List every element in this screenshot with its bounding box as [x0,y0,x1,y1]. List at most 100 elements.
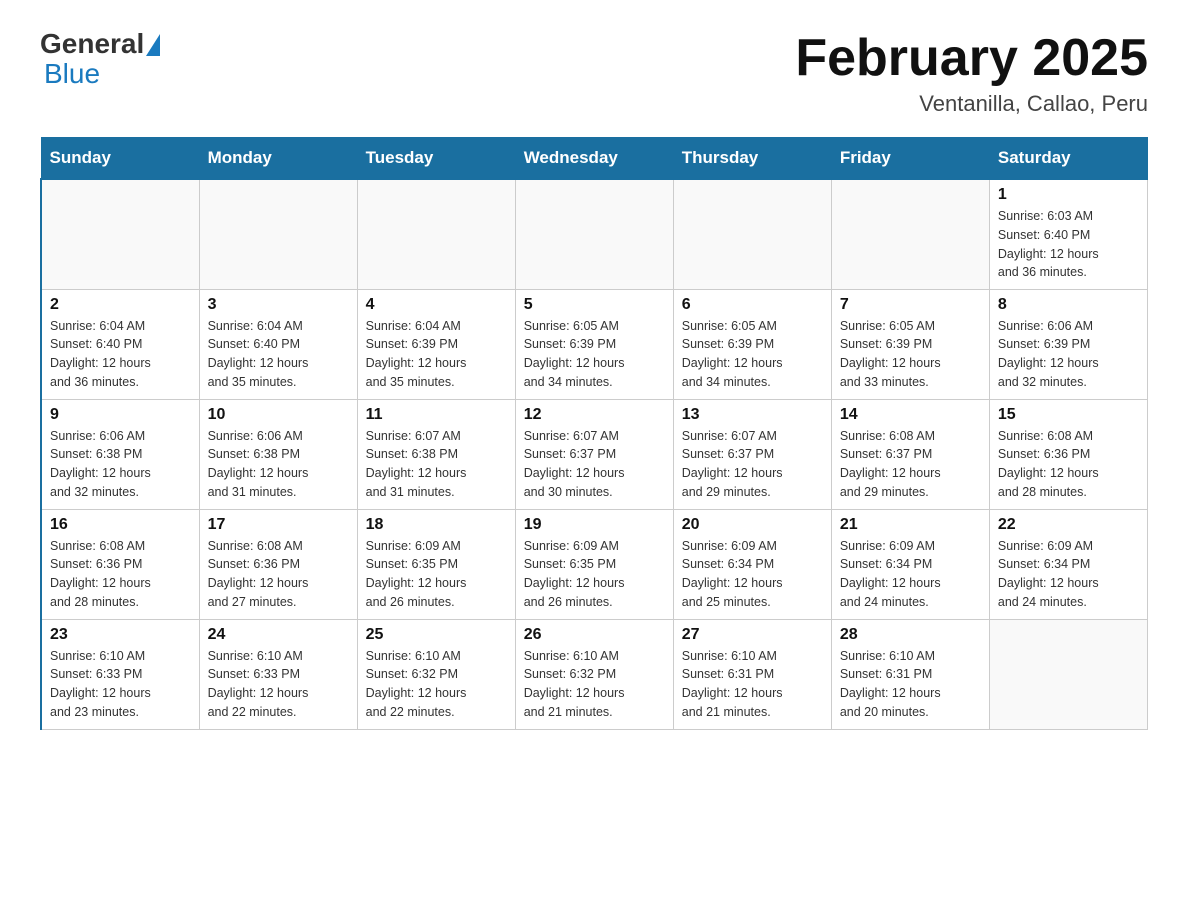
day-number: 8 [998,296,1139,314]
day-info: Sunrise: 6:06 AM Sunset: 6:38 PM Dayligh… [50,427,191,502]
day-number: 26 [524,626,665,644]
day-number: 15 [998,406,1139,424]
calendar-day-cell: 16 Sunrise: 6:08 AM Sunset: 6:36 PM Dayli… [41,509,199,619]
calendar-day-cell: 8 Sunrise: 6:06 AM Sunset: 6:39 PM Daylig… [989,289,1147,399]
calendar-day-cell: 1 Sunrise: 6:03 AM Sunset: 6:40 PM Daylig… [989,179,1147,289]
calendar-day-cell: 2Sunrise: 6:04 AM Sunset: 6:40 PM Daylig… [41,289,199,399]
day-info: Sunrise: 6:10 AM Sunset: 6:31 PM Dayligh… [682,647,823,722]
calendar-day-cell: 3 Sunrise: 6:04 AM Sunset: 6:40 PM Daylig… [199,289,357,399]
calendar-day-cell: 19Sunrise: 6:09 AM Sunset: 6:35 PM Dayli… [515,509,673,619]
day-of-week-header: Wednesday [515,138,673,180]
day-info: Sunrise: 6:06 AM Sunset: 6:38 PM Dayligh… [208,427,349,502]
calendar-week-row: 23 Sunrise: 6:10 AM Sunset: 6:33 PM Dayli… [41,619,1148,729]
calendar-day-cell: 27 Sunrise: 6:10 AM Sunset: 6:31 PM Dayli… [673,619,831,729]
day-info: Sunrise: 6:09 AM Sunset: 6:34 PM Dayligh… [840,537,981,612]
calendar-day-cell: 11Sunrise: 6:07 AM Sunset: 6:38 PM Dayli… [357,399,515,509]
day-number: 17 [208,516,349,534]
day-number: 9 [50,406,191,424]
day-info: Sunrise: 6:03 AM Sunset: 6:40 PM Dayligh… [998,207,1139,282]
day-number: 4 [366,296,507,314]
day-info: Sunrise: 6:08 AM Sunset: 6:36 PM Dayligh… [208,537,349,612]
day-number: 12 [524,406,665,424]
day-info: Sunrise: 6:10 AM Sunset: 6:32 PM Dayligh… [366,647,507,722]
day-info: Sunrise: 6:04 AM Sunset: 6:40 PM Dayligh… [50,317,191,392]
calendar-day-cell: 17 Sunrise: 6:08 AM Sunset: 6:36 PM Dayli… [199,509,357,619]
logo-triangle-icon [146,34,160,56]
day-info: Sunrise: 6:05 AM Sunset: 6:39 PM Dayligh… [524,317,665,392]
calendar-day-cell: 10 Sunrise: 6:06 AM Sunset: 6:38 PM Dayli… [199,399,357,509]
calendar-day-cell: 15 Sunrise: 6:08 AM Sunset: 6:36 PM Dayli… [989,399,1147,509]
calendar-day-cell: 7 Sunrise: 6:05 AM Sunset: 6:39 PM Daylig… [831,289,989,399]
day-number: 25 [366,626,507,644]
day-number: 18 [366,516,507,534]
calendar-day-cell: 14 Sunrise: 6:08 AM Sunset: 6:37 PM Dayli… [831,399,989,509]
day-info: Sunrise: 6:05 AM Sunset: 6:39 PM Dayligh… [682,317,823,392]
day-number: 5 [524,296,665,314]
day-number: 1 [998,186,1139,204]
day-of-week-header: Saturday [989,138,1147,180]
day-info: Sunrise: 6:09 AM Sunset: 6:35 PM Dayligh… [366,537,507,612]
day-number: 14 [840,406,981,424]
calendar-day-cell: 4 Sunrise: 6:04 AM Sunset: 6:39 PM Daylig… [357,289,515,399]
calendar-day-cell [989,619,1147,729]
day-number: 28 [840,626,981,644]
day-number: 16 [50,516,191,534]
calendar-day-cell: 12 Sunrise: 6:07 AM Sunset: 6:37 PM Dayli… [515,399,673,509]
day-info: Sunrise: 6:04 AM Sunset: 6:39 PM Dayligh… [366,317,507,392]
page-header: General Blue February 2025 Ventanilla, C… [40,30,1148,117]
calendar-day-cell [199,179,357,289]
day-info: Sunrise: 6:09 AM Sunset: 6:34 PM Dayligh… [998,537,1139,612]
day-info: Sunrise: 6:09 AM Sunset: 6:34 PM Dayligh… [682,537,823,612]
month-title: February 2025 [795,30,1148,87]
calendar-day-cell [357,179,515,289]
calendar-week-row: 16 Sunrise: 6:08 AM Sunset: 6:36 PM Dayli… [41,509,1148,619]
day-number: 24 [208,626,349,644]
calendar-day-cell [515,179,673,289]
day-info: Sunrise: 6:08 AM Sunset: 6:36 PM Dayligh… [50,537,191,612]
day-info: Sunrise: 6:06 AM Sunset: 6:39 PM Dayligh… [998,317,1139,392]
day-number: 22 [998,516,1139,534]
calendar-day-cell: 9 Sunrise: 6:06 AM Sunset: 6:38 PM Daylig… [41,399,199,509]
calendar-day-cell: 18 Sunrise: 6:09 AM Sunset: 6:35 PM Dayli… [357,509,515,619]
calendar-day-cell: 5 Sunrise: 6:05 AM Sunset: 6:39 PM Daylig… [515,289,673,399]
calendar-day-cell: 6Sunrise: 6:05 AM Sunset: 6:39 PM Daylig… [673,289,831,399]
day-info: Sunrise: 6:10 AM Sunset: 6:33 PM Dayligh… [208,647,349,722]
day-info: Sunrise: 6:07 AM Sunset: 6:37 PM Dayligh… [682,427,823,502]
calendar-day-cell [673,179,831,289]
day-info: Sunrise: 6:08 AM Sunset: 6:36 PM Dayligh… [998,427,1139,502]
day-info: Sunrise: 6:05 AM Sunset: 6:39 PM Dayligh… [840,317,981,392]
day-number: 19 [524,516,665,534]
day-info: Sunrise: 6:08 AM Sunset: 6:37 PM Dayligh… [840,427,981,502]
title-area: February 2025 Ventanilla, Callao, Peru [795,30,1148,117]
calendar-day-cell: 22 Sunrise: 6:09 AM Sunset: 6:34 PM Dayli… [989,509,1147,619]
day-of-week-header: Monday [199,138,357,180]
day-number: 13 [682,406,823,424]
day-of-week-header: Tuesday [357,138,515,180]
day-number: 23 [50,626,191,644]
day-number: 3 [208,296,349,314]
day-number: 7 [840,296,981,314]
calendar-day-cell: 20 Sunrise: 6:09 AM Sunset: 6:34 PM Dayli… [673,509,831,619]
logo-general-text: General [40,30,144,58]
calendar-day-cell: 26 Sunrise: 6:10 AM Sunset: 6:32 PM Dayli… [515,619,673,729]
day-info: Sunrise: 6:10 AM Sunset: 6:32 PM Dayligh… [524,647,665,722]
day-number: 11 [366,406,507,424]
day-number: 27 [682,626,823,644]
calendar-week-row: 2Sunrise: 6:04 AM Sunset: 6:40 PM Daylig… [41,289,1148,399]
day-info: Sunrise: 6:10 AM Sunset: 6:31 PM Dayligh… [840,647,981,722]
calendar-day-cell: 24 Sunrise: 6:10 AM Sunset: 6:33 PM Dayli… [199,619,357,729]
calendar-day-cell [41,179,199,289]
calendar-week-row: 1 Sunrise: 6:03 AM Sunset: 6:40 PM Daylig… [41,179,1148,289]
day-info: Sunrise: 6:04 AM Sunset: 6:40 PM Dayligh… [208,317,349,392]
logo: General Blue [40,30,162,90]
day-info: Sunrise: 6:07 AM Sunset: 6:37 PM Dayligh… [524,427,665,502]
calendar-week-row: 9 Sunrise: 6:06 AM Sunset: 6:38 PM Daylig… [41,399,1148,509]
day-number: 20 [682,516,823,534]
calendar-day-cell: 28 Sunrise: 6:10 AM Sunset: 6:31 PM Dayli… [831,619,989,729]
logo-blue-text: Blue [44,58,100,89]
calendar-day-cell: 21Sunrise: 6:09 AM Sunset: 6:34 PM Dayli… [831,509,989,619]
calendar-day-cell: 13 Sunrise: 6:07 AM Sunset: 6:37 PM Dayli… [673,399,831,509]
calendar-day-cell: 25 Sunrise: 6:10 AM Sunset: 6:32 PM Dayli… [357,619,515,729]
day-number: 10 [208,406,349,424]
calendar-header-row: SundayMondayTuesdayWednesdayThursdayFrid… [41,138,1148,180]
